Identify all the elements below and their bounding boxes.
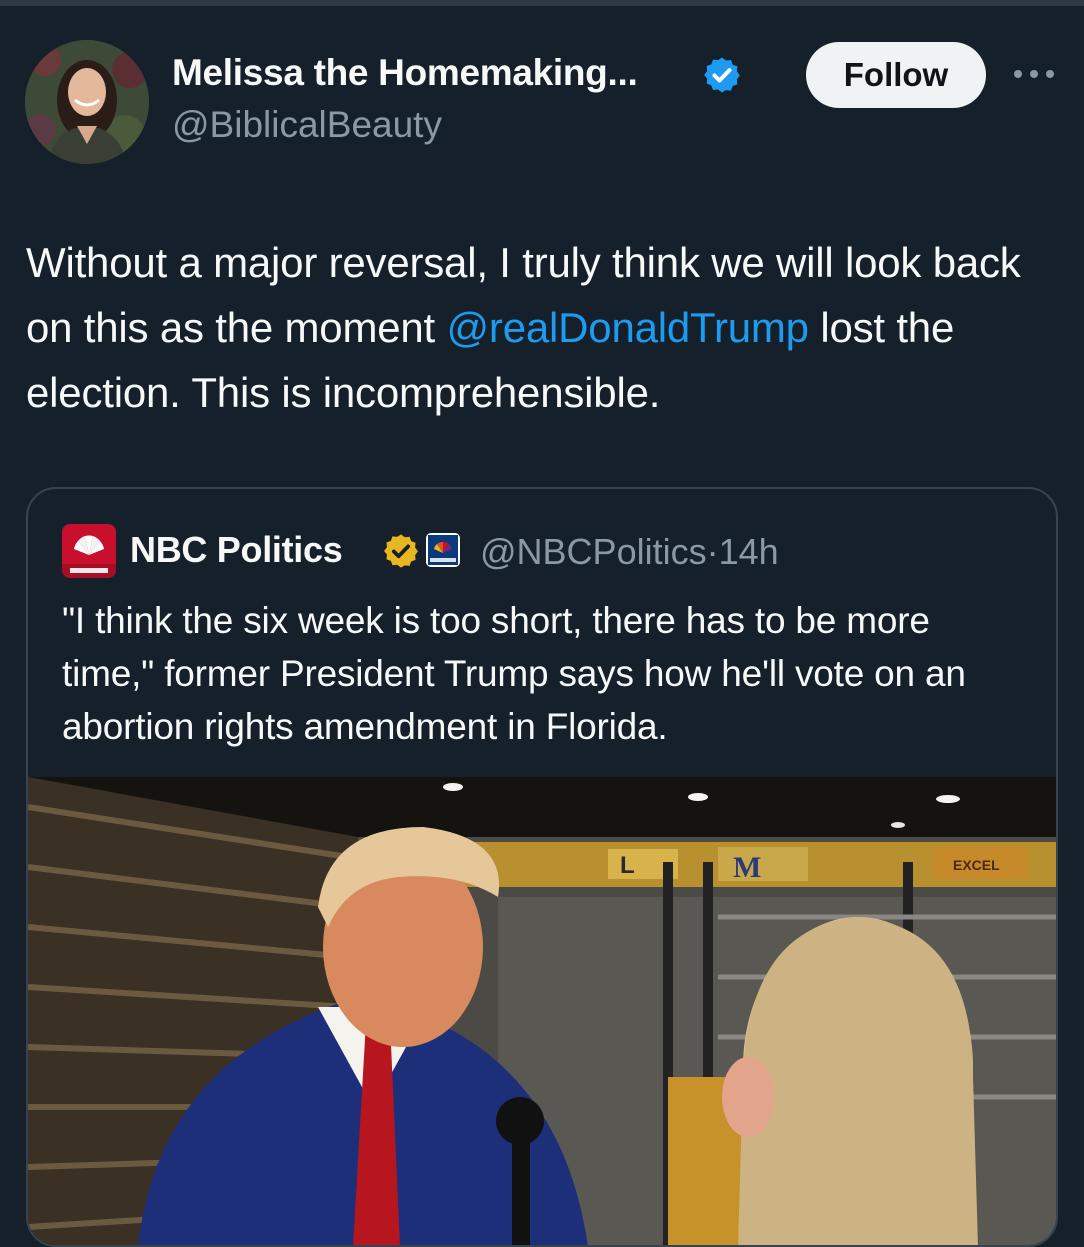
top-border (0, 0, 1084, 6)
quoted-meta: @NBCPolitics·14h (480, 531, 779, 573)
author-display-name[interactable]: Melissa the Homemaking... (172, 52, 638, 94)
verified-gold-badge-icon (384, 534, 418, 568)
quoted-display-name[interactable]: NBC Politics (130, 529, 343, 571)
quoted-tweet-card[interactable]: NBC Politics @NBCPolitics·14h "I think t… (26, 487, 1058, 1247)
verified-badge-icon (704, 57, 740, 93)
author-handle[interactable]: @BiblicalBeauty (172, 104, 442, 146)
more-options-icon[interactable] (1012, 66, 1056, 82)
media-sign-m: M (733, 851, 761, 884)
media-sign-excel: EXCEL (953, 857, 1000, 873)
mention-link[interactable]: @realDonaldTrump (446, 304, 809, 351)
meta-separator: · (706, 531, 719, 572)
quoted-handle[interactable]: @NBCPolitics (480, 531, 707, 572)
quoted-timestamp[interactable]: 14h (719, 531, 779, 572)
nbc-news-logo-avatar[interactable] (62, 524, 116, 578)
quoted-video-thumbnail[interactable]: L M EXCEL (28, 777, 1058, 1247)
tweet-text: Without a major reversal, I truly think … (26, 230, 1066, 425)
nbc-news-affiliate-icon[interactable] (426, 533, 460, 567)
quoted-tweet-text: "I think the six week is too short, ther… (62, 600, 966, 747)
author-avatar[interactable] (25, 40, 149, 164)
follow-button[interactable]: Follow (806, 42, 986, 108)
media-sign-l: L (620, 852, 635, 879)
